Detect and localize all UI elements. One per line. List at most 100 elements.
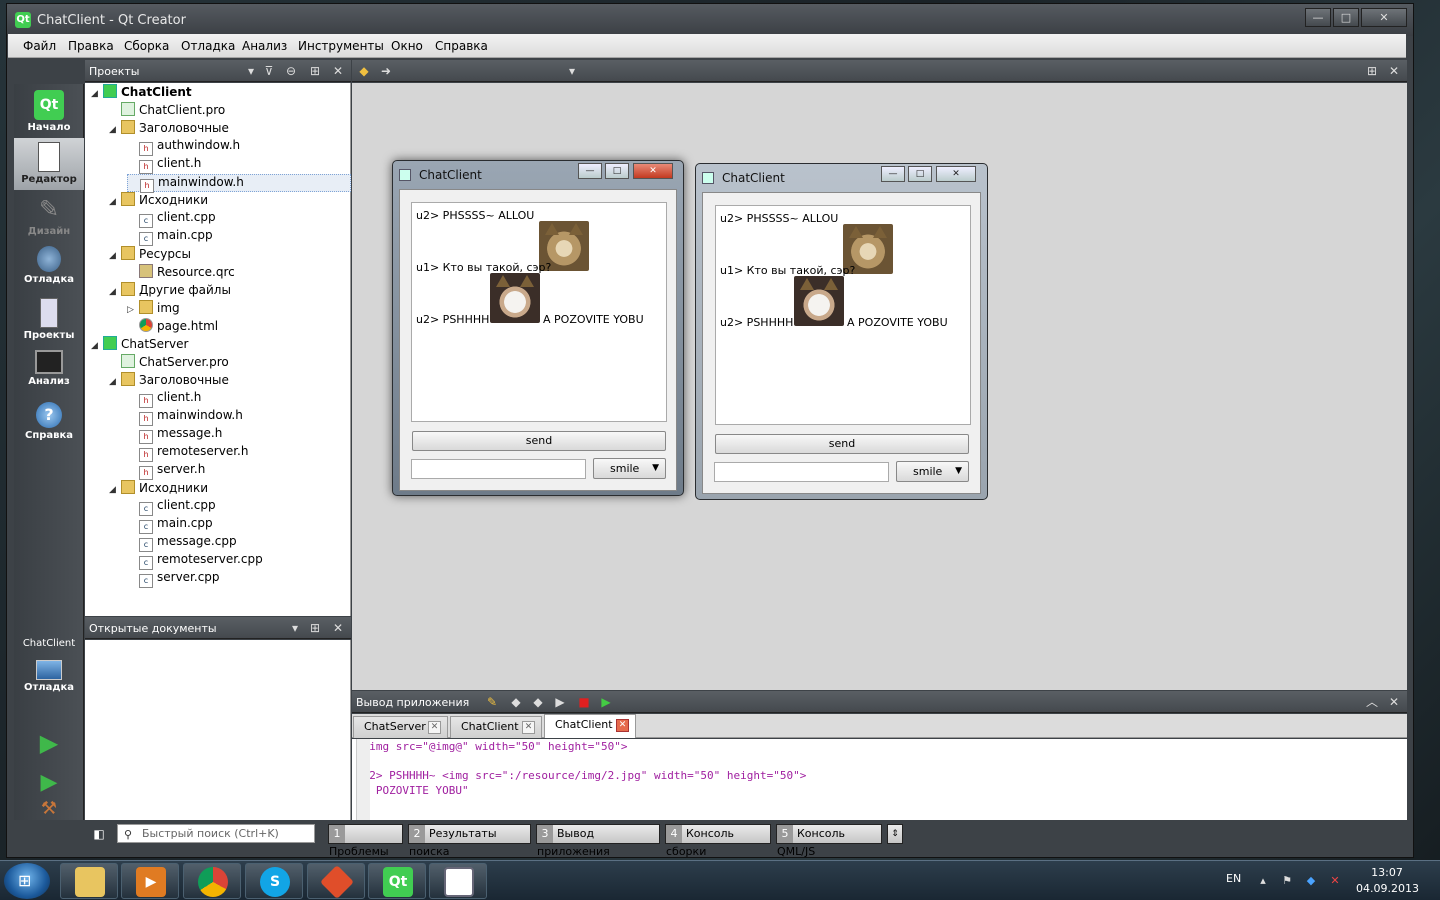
menu-edit[interactable]: Правка	[68, 39, 114, 53]
message-input[interactable]	[714, 462, 889, 482]
tab-chatclient-2[interactable]: ChatClient ✕	[544, 714, 636, 738]
run-button[interactable]: ▶	[14, 724, 84, 758]
pane-search-results-button[interactable]: 2 Результаты поиска	[408, 824, 531, 858]
title-bar[interactable]: Qt ChatClient - Qt Creator — □ ✕	[7, 4, 1413, 36]
close-panel-icon[interactable]: ✕	[330, 620, 346, 636]
action-center-icon[interactable]: ⚑	[1280, 874, 1294, 888]
output-scrollbar[interactable]	[356, 739, 370, 820]
tree-item[interactable]: ChatServer.pro	[109, 354, 351, 372]
clock-date[interactable]: 04.09.2013	[1356, 882, 1419, 895]
tab-chatclient-1[interactable]: ChatClient ✕	[450, 716, 542, 738]
close-tab-icon[interactable]: ✕	[428, 721, 441, 734]
start-button[interactable]: ⊞	[4, 863, 50, 899]
tree-item[interactable]: c remoteserver.cpp	[127, 552, 351, 570]
tab-chatserver[interactable]: ChatServer ✕	[353, 716, 448, 738]
split-icon[interactable]: ⊞	[307, 620, 323, 636]
close-tab-icon[interactable]: ✕	[616, 719, 629, 732]
pane-app-output-button[interactable]: 3 Вывод приложения	[536, 824, 660, 858]
debug-run-button[interactable]: ▶	[14, 764, 84, 798]
link-icon[interactable]: ⊖	[283, 63, 299, 79]
pane-qml-console-button[interactable]: 5 Консоль QML/JS	[776, 824, 882, 858]
tree-item[interactable]: ▷ img	[127, 300, 351, 318]
tree-item[interactable]: c main.cpp	[127, 228, 351, 246]
tree-item[interactable]: ◢ ChatClient	[91, 84, 351, 102]
expand-arrow-icon[interactable]: ◢	[109, 485, 121, 495]
mode-projects[interactable]: Проекты	[14, 294, 84, 346]
network-icon[interactable]: ✕	[1328, 874, 1342, 888]
target-selector[interactable]: Отладка	[14, 656, 84, 708]
maximize-button[interactable]: □	[605, 163, 629, 179]
previous-icon[interactable]: ◆	[508, 694, 524, 710]
mode-welcome[interactable]: Qt Начало	[14, 86, 84, 138]
message-input[interactable]	[411, 459, 586, 479]
tree-item[interactable]: c client.cpp	[127, 210, 351, 228]
menu-file[interactable]: Файл	[23, 39, 56, 53]
tree-item[interactable]: ◢ Заголовочные	[109, 372, 351, 390]
tree-item[interactable]: h client.h	[127, 390, 351, 408]
toggle-sidebar-icon[interactable]: ◧	[91, 826, 107, 842]
next-icon[interactable]: ◆	[530, 694, 546, 710]
tree-item[interactable]: ◢ ChatServer	[91, 336, 351, 354]
filter-icon[interactable]: ⊽	[261, 63, 277, 79]
menu-tools[interactable]: Инструменты	[298, 39, 384, 53]
back-arrow-icon[interactable]: ◆	[356, 63, 372, 79]
pane-problems-button[interactable]: 1 Проблемы	[328, 824, 403, 858]
more-panes-button[interactable]: ⇕	[887, 824, 903, 844]
close-button[interactable]: ✕	[633, 163, 673, 179]
mode-analyze[interactable]: Анализ	[14, 346, 84, 398]
forward-arrow-icon[interactable]: ➜	[378, 63, 394, 79]
close-panel-icon[interactable]: ✕	[330, 63, 346, 79]
expand-arrow-icon[interactable]: ◢	[109, 287, 121, 297]
tree-item[interactable]: h mainwindow.h	[127, 174, 351, 193]
taskbar-skype[interactable]: S	[245, 863, 303, 899]
stop-icon[interactable]: ■	[576, 694, 592, 710]
clock-time[interactable]: 13:07	[1364, 866, 1410, 879]
document-dropdown-icon[interactable]: ▾	[564, 63, 580, 79]
expand-arrow-icon[interactable]: ◢	[109, 125, 121, 135]
expand-arrow-icon[interactable]: ◢	[109, 251, 121, 261]
menu-build[interactable]: Сборка	[124, 39, 169, 53]
dropdown-arrow-icon[interactable]: ▾	[243, 63, 259, 79]
mode-design[interactable]: ✎ Дизайн	[14, 190, 84, 242]
dropbox-icon[interactable]: ◆	[1304, 874, 1318, 888]
expand-arrow-icon[interactable]: ◢	[91, 341, 103, 351]
split-icon[interactable]: ⊞	[307, 63, 323, 79]
tree-item[interactable]: ◢ Исходники	[109, 480, 351, 498]
split-icon[interactable]: ⊞	[1364, 63, 1380, 79]
tree-item[interactable]: Resource.qrc	[127, 264, 351, 282]
expand-arrow-icon[interactable]: ▷	[127, 305, 139, 315]
tree-item[interactable]: c client.cpp	[127, 498, 351, 516]
close-tab-icon[interactable]: ✕	[522, 721, 535, 734]
tree-item[interactable]: page.html	[127, 318, 351, 336]
tree-item[interactable]: ◢ Ресурсы	[109, 246, 351, 264]
smile-dropdown[interactable]: smile ▼	[896, 461, 969, 482]
pane-compile-output-button[interactable]: 4 Консоль сборки	[665, 824, 771, 858]
rerun-icon[interactable]: ✎	[484, 694, 500, 710]
maximize-button[interactable]: □	[1333, 8, 1359, 27]
taskbar-media-player[interactable]: ▶	[121, 863, 179, 899]
mode-editor[interactable]: Редактор	[14, 138, 84, 190]
tree-item[interactable]: ◢ Другие файлы	[109, 282, 351, 300]
tree-item[interactable]: c main.cpp	[127, 516, 351, 534]
maximize-pane-icon[interactable]: ︿	[1364, 694, 1380, 710]
close-button[interactable]: ✕	[936, 166, 976, 182]
chat-window-title-bar[interactable]: ChatClient — □ ✕	[393, 161, 683, 189]
build-button[interactable]: ⚒	[14, 800, 84, 820]
tree-item[interactable]: h server.h	[127, 462, 351, 480]
expand-arrow-icon[interactable]: ◢	[91, 89, 103, 99]
minimize-button[interactable]: —	[578, 163, 602, 179]
close-button[interactable]: ✕	[1361, 8, 1407, 27]
menu-window[interactable]: Окно	[391, 39, 423, 53]
arrow-up-icon[interactable]: ▴	[1256, 874, 1270, 888]
menu-analyze[interactable]: Анализ	[242, 39, 287, 53]
menu-debug[interactable]: Отладка	[181, 39, 235, 53]
attach-debugger-icon[interactable]: ▶	[598, 694, 614, 710]
close-pane-icon[interactable]: ✕	[1386, 694, 1402, 710]
tree-item[interactable]: c server.cpp	[127, 570, 351, 588]
taskbar-explorer[interactable]	[60, 863, 118, 899]
mode-debug[interactable]: Отладка	[14, 242, 84, 294]
application-output[interactable]: "<img src="@img@" width="50" height="50"…	[352, 739, 1407, 820]
run-icon[interactable]: ▶	[552, 694, 568, 710]
minimize-button[interactable]: —	[1305, 8, 1331, 27]
expand-arrow-icon[interactable]: ◢	[109, 377, 121, 387]
